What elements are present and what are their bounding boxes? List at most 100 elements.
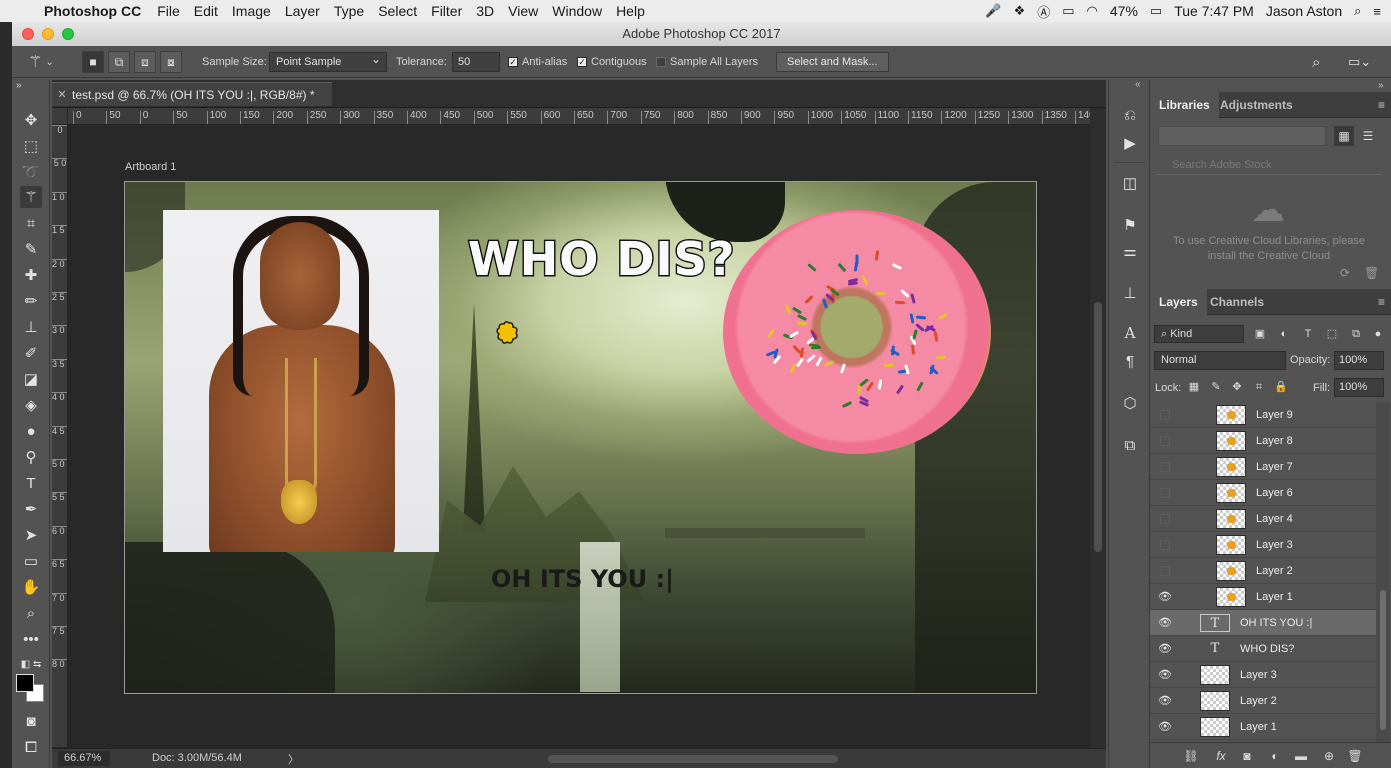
layer-row[interactable]: Layer 7	[1150, 454, 1376, 480]
intersect-selection-button[interactable]: ⧇	[160, 51, 182, 73]
visibility-eye-icon[interactable]: 👁	[1158, 695, 1172, 707]
tool-preset-picker[interactable]: ⚚ ⌄	[28, 46, 54, 78]
menu-select[interactable]: Select	[378, 3, 417, 19]
rectangle-tool-icon[interactable]: ▭	[20, 550, 42, 572]
lock-position-icon[interactable]: ✥	[1229, 379, 1245, 395]
layer-row[interactable]: Layer 8	[1150, 428, 1376, 454]
ruler-origin[interactable]	[52, 108, 68, 125]
filter-smart-object-icon[interactable]: ⧉	[1348, 325, 1364, 343]
menu-help[interactable]: Help	[616, 3, 645, 19]
headline-text-layer[interactable]: WHO DIS?	[466, 231, 735, 288]
zoom-level-field[interactable]: 66.67%	[58, 751, 110, 766]
dodge-tool-icon[interactable]: ⚲	[20, 446, 42, 468]
adobe-stock-search-input[interactable]: Search Adobe Stock	[1156, 155, 1382, 175]
clone-source-panel-icon[interactable]: ⊥	[1119, 282, 1141, 304]
list-view-icon[interactable]: ☰	[1358, 126, 1378, 146]
visibility-toggle-empty[interactable]	[1160, 514, 1170, 524]
adjustments-panel-icon[interactable]: ⚌	[1119, 240, 1141, 262]
artboard-canvas[interactable]: WHO DIS? OH ITS YOU :|	[124, 181, 1037, 694]
visibility-eye-icon[interactable]: 👁	[1158, 617, 1172, 629]
history-brush-tool-icon[interactable]: ✐	[20, 342, 42, 364]
document-tab[interactable]: ✕ test.psd @ 66.7% (OH ITS YOU :|, RGB/8…	[52, 82, 332, 106]
close-window-button[interactable]	[22, 28, 34, 40]
sample-size-select[interactable]: Point Sample	[269, 50, 387, 72]
lock-artboard-icon[interactable]: ⌗	[1251, 379, 1267, 395]
font-book-icon[interactable]: Ⓐ	[1037, 2, 1050, 21]
library-select[interactable]	[1158, 126, 1326, 146]
blend-mode-select[interactable]: Normal	[1154, 351, 1286, 370]
layer-row[interactable]: 👁 Layer 2	[1150, 688, 1376, 714]
subline-text-layer[interactable]: OH ITS YOU :|	[491, 565, 674, 593]
path-selection-tool-icon[interactable]: ➤	[20, 524, 42, 546]
eyedropper-tool-icon[interactable]: ✎	[20, 238, 42, 260]
pen-tool-icon[interactable]: ✒	[20, 498, 42, 520]
horizontal-ruler[interactable]: 0 50 0 50 100 150 200 250 300 350 400 450 500 550 600 6…	[68, 108, 1090, 125]
artboard-label[interactable]: Artboard 1	[125, 161, 176, 173]
layers-panel-menu-icon[interactable]: ≡	[1378, 295, 1385, 309]
tab-layers[interactable]: Layers	[1150, 289, 1207, 315]
hand-tool-icon[interactable]: ✋	[20, 576, 42, 598]
menu-image[interactable]: Image	[232, 3, 271, 19]
filter-type-icon[interactable]: T	[1300, 325, 1316, 343]
blur-tool-icon[interactable]: ●	[20, 420, 42, 442]
sample-all-layers-checkbox[interactable]: Sample All Layers	[656, 46, 758, 78]
move-tool-icon[interactable]: ✥	[20, 109, 42, 131]
lock-all-icon[interactable]: 🔒	[1273, 379, 1289, 395]
horizontal-scroll-thumb[interactable]	[548, 755, 838, 763]
dropbox-icon[interactable]: ❖	[1014, 3, 1026, 19]
properties-panel-icon[interactable]: ◫	[1119, 172, 1141, 194]
visibility-toggle-empty[interactable]	[1160, 566, 1170, 576]
battery-percent[interactable]: 47%	[1110, 3, 1138, 19]
layers-scroll-thumb[interactable]	[1380, 590, 1386, 730]
screen-mode-icon[interactable]: ⧠	[20, 736, 42, 758]
foreground-color-swatch[interactable]	[16, 674, 34, 692]
minimize-window-button[interactable]	[42, 28, 54, 40]
layer-row[interactable]: 👁 Layer 1	[1150, 584, 1376, 610]
filter-pixel-icon[interactable]: ▣	[1252, 325, 1268, 343]
eraser-tool-icon[interactable]: ◪	[20, 368, 42, 390]
visibility-toggle-empty[interactable]	[1160, 462, 1170, 472]
layer-row[interactable]: 👁 Layer 3	[1150, 662, 1376, 688]
filter-adjustment-icon[interactable]: ◐	[1276, 325, 1292, 343]
anti-alias-checkbox[interactable]: ✓ Anti-alias	[508, 46, 567, 78]
visibility-toggle-empty[interactable]	[1160, 410, 1170, 420]
new-group-icon[interactable]: ▬	[1292, 747, 1310, 765]
tab-channels[interactable]: Channels	[1201, 289, 1273, 315]
layer-filter-kind-select[interactable]: ⌕ Kind	[1154, 325, 1244, 343]
fill-input[interactable]: 100%	[1334, 378, 1384, 397]
notification-center-icon[interactable]: ≡	[1373, 4, 1381, 19]
menu-view[interactable]: View	[508, 3, 538, 19]
filter-shape-icon[interactable]: ⬚	[1324, 325, 1340, 343]
layer-row[interactable]: Layer 4	[1150, 506, 1376, 532]
clone-stamp-tool-icon[interactable]: ⊥	[20, 316, 42, 338]
menu-layer[interactable]: Layer	[285, 3, 320, 19]
brush-tool-icon[interactable]: ✏	[20, 290, 42, 312]
magic-wand-tool-icon[interactable]: ⚚	[20, 186, 42, 208]
menu-type[interactable]: Type	[334, 3, 364, 19]
visibility-eye-icon[interactable]: 👁	[1158, 721, 1172, 733]
layer-row[interactable]: 👁 T OH ITS YOU :|	[1150, 610, 1376, 636]
donut-image[interactable]	[723, 210, 991, 454]
menu-filter[interactable]: Filter	[431, 3, 462, 19]
brushes-panel-icon[interactable]: ⚑	[1119, 214, 1141, 236]
menu-edit[interactable]: Edit	[194, 3, 218, 19]
grid-view-icon[interactable]: ▦	[1334, 126, 1354, 146]
vertical-ruler[interactable]: 0 5 0 1 0 0 1 5 0 2 0 0 2 5 0 3 0 0 3 5 0 4 0 0 4…	[52, 125, 68, 747]
new-selection-button[interactable]: ■	[82, 51, 104, 73]
layer-row[interactable]: Layer 2	[1150, 558, 1376, 584]
subtract-from-selection-button[interactable]: ⧈	[134, 51, 156, 73]
visibility-toggle-empty[interactable]	[1160, 488, 1170, 498]
history-panel-icon[interactable]: ⎌	[1119, 104, 1141, 126]
crop-tool-icon[interactable]: ⌗	[20, 212, 42, 234]
close-tab-icon[interactable]: ✕	[52, 88, 72, 101]
portrait-photo[interactable]	[163, 210, 439, 552]
vertical-scroll-thumb[interactable]	[1094, 302, 1102, 552]
app-menu[interactable]: Photoshop CC	[44, 3, 141, 19]
wifi-icon[interactable]: ◠	[1087, 3, 1098, 19]
paint-bucket-tool-icon[interactable]: ◈	[20, 394, 42, 416]
layer-row[interactable]: Layer 9	[1150, 402, 1376, 428]
visibility-toggle-empty[interactable]	[1160, 436, 1170, 446]
trash-icon[interactable]: 🗑	[1364, 266, 1379, 280]
3d-panel-icon[interactable]: ⬡	[1119, 392, 1141, 414]
delete-layer-icon[interactable]: 🗑	[1346, 747, 1364, 765]
